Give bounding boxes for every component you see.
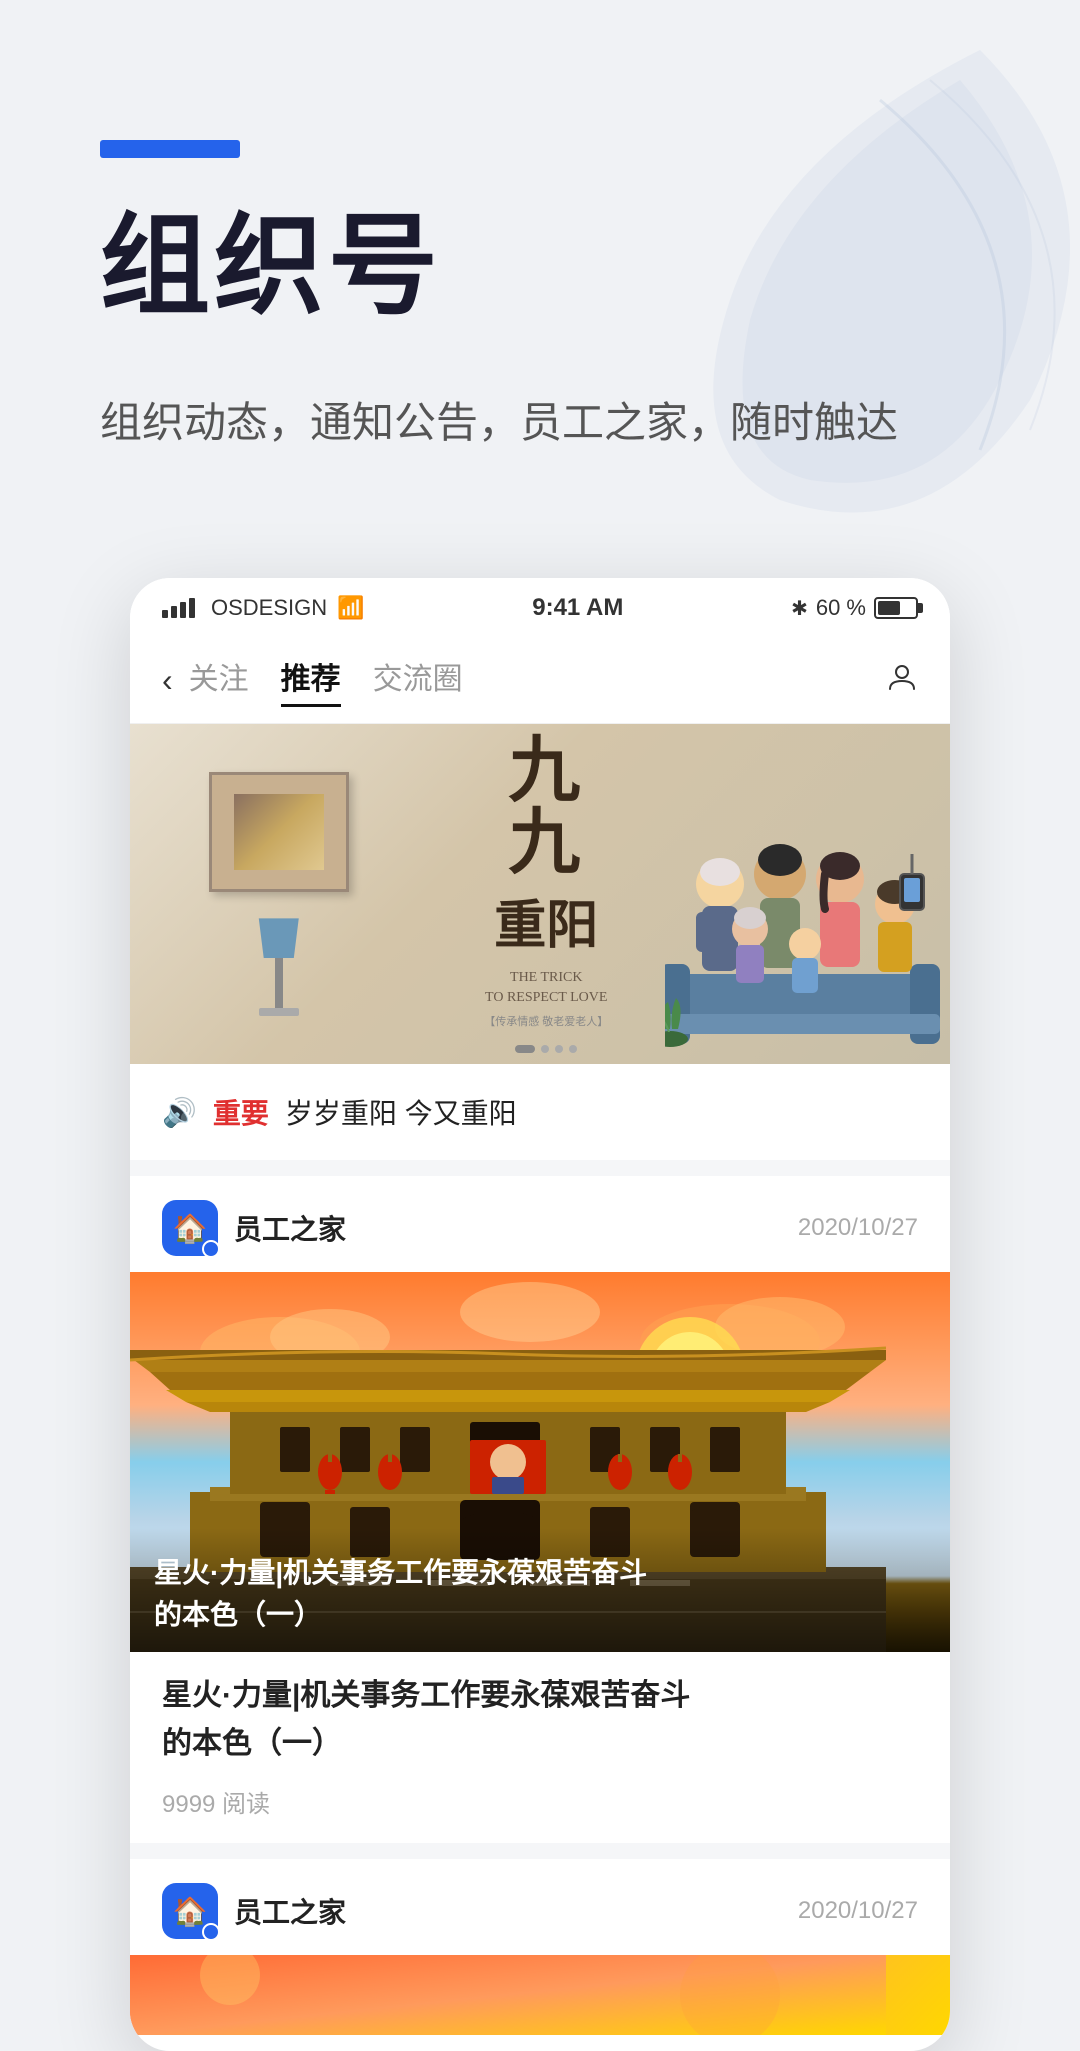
announcement-card: 九九 重阳 THE TRICKTO RESPECT LOVE 【传承情感 敬老爱…	[130, 724, 950, 1160]
battery-icon	[874, 597, 918, 619]
wifi-icon: 📶	[337, 595, 364, 621]
banner-center-text: 九九 重阳 THE TRICKTO RESPECT LOVE 【传承情感 敬老爱…	[428, 735, 666, 1053]
status-bar: OSDESIGN 📶 9:41 AM ✱ 60 %	[130, 578, 950, 638]
back-button[interactable]: ‹	[162, 662, 173, 699]
banner-right	[665, 724, 950, 1064]
phone-mockup: OSDESIGN 📶 9:41 AM ✱ 60 % ‹ 关注 推荐 交流圈	[130, 578, 950, 2051]
top-section: 组织号 组织动态，通知公告，员工之家，随时触达	[0, 0, 1080, 538]
tab-circle[interactable]: 交流圈	[373, 654, 463, 707]
subtitle: 组织动态，通知公告，员工之家，随时触达	[100, 387, 980, 458]
post-image-overlay: 星火·力量|机关事务工作要永葆艰苦奋斗 的本色（一）	[130, 1528, 950, 1652]
forbidden-city-bg: 星火·力量|机关事务工作要永葆艰苦奋斗 的本色（一）	[130, 1272, 950, 1652]
blue-bar	[100, 140, 240, 158]
post-2-image-peek	[130, 1955, 950, 2035]
status-left: OSDESIGN 📶	[162, 595, 365, 621]
announcement-row: 🔊 重要 岁岁重阳 今又重阳	[130, 1064, 950, 1160]
signal-icon	[162, 598, 195, 618]
post-content-1: 星火·力量|机关事务工作要永葆艰苦奋斗 的本色（一）	[130, 1652, 950, 1776]
avatar-house-icon-2: 🏠	[173, 1895, 208, 1928]
post-card-1: 🏠 员工之家 2020/10/27	[130, 1176, 950, 1843]
bluetooth-icon: ✱	[791, 596, 808, 621]
post-avatar-1: 🏠	[162, 1200, 218, 1256]
avatar-house-icon: 🏠	[173, 1212, 208, 1245]
post-header-1: 🏠 员工之家 2020/10/27	[130, 1176, 950, 1272]
status-right: ✱ 60 %	[791, 595, 918, 621]
post-avatar-2: 🏠	[162, 1883, 218, 1939]
announcement-icon: 🔊	[162, 1096, 197, 1129]
carrier-name: OSDESIGN	[211, 595, 327, 621]
banner-left	[130, 742, 428, 1046]
post-author-2: 员工之家	[234, 1891, 798, 1931]
announcement-label: 重要	[213, 1092, 269, 1132]
post-author-1: 员工之家	[234, 1208, 798, 1248]
post-stats-1: 9999 阅读	[130, 1776, 950, 1843]
status-time: 9:41 AM	[532, 594, 623, 622]
tab-follow[interactable]: 关注	[189, 654, 249, 707]
post-title-1: 星火·力量|机关事务工作要永葆艰苦奋斗 的本色（一）	[162, 1672, 918, 1768]
content-area: 九九 重阳 THE TRICKTO RESPECT LOVE 【传承情感 敬老爱…	[130, 724, 950, 2035]
post-date-2: 2020/10/27	[798, 1897, 918, 1925]
nav-bar: ‹ 关注 推荐 交流圈	[130, 638, 950, 724]
post-header-2: 🏠 员工之家 2020/10/27	[130, 1859, 950, 1955]
post-card-2: 🏠 员工之家 2020/10/27	[130, 1859, 950, 2035]
post-image-caption: 星火·力量|机关事务工作要永葆艰苦奋斗 的本色（一）	[154, 1552, 926, 1636]
tab-recommend[interactable]: 推荐	[281, 654, 341, 707]
post-image-1[interactable]: 星火·力量|机关事务工作要永葆艰苦奋斗 的本色（一）	[130, 1272, 950, 1652]
announcement-text: 岁岁重阳 今又重阳	[285, 1092, 517, 1132]
banner-dots	[428, 1045, 666, 1053]
banner-image: 九九 重阳 THE TRICKTO RESPECT LOVE 【传承情感 敬老爱…	[130, 724, 950, 1064]
battery-percent: 60 %	[816, 595, 866, 621]
post-date-1: 2020/10/27	[798, 1214, 918, 1242]
user-icon[interactable]	[886, 661, 918, 701]
page-title: 组织号	[100, 206, 980, 327]
nav-tabs: 关注 推荐 交流圈	[189, 654, 886, 707]
